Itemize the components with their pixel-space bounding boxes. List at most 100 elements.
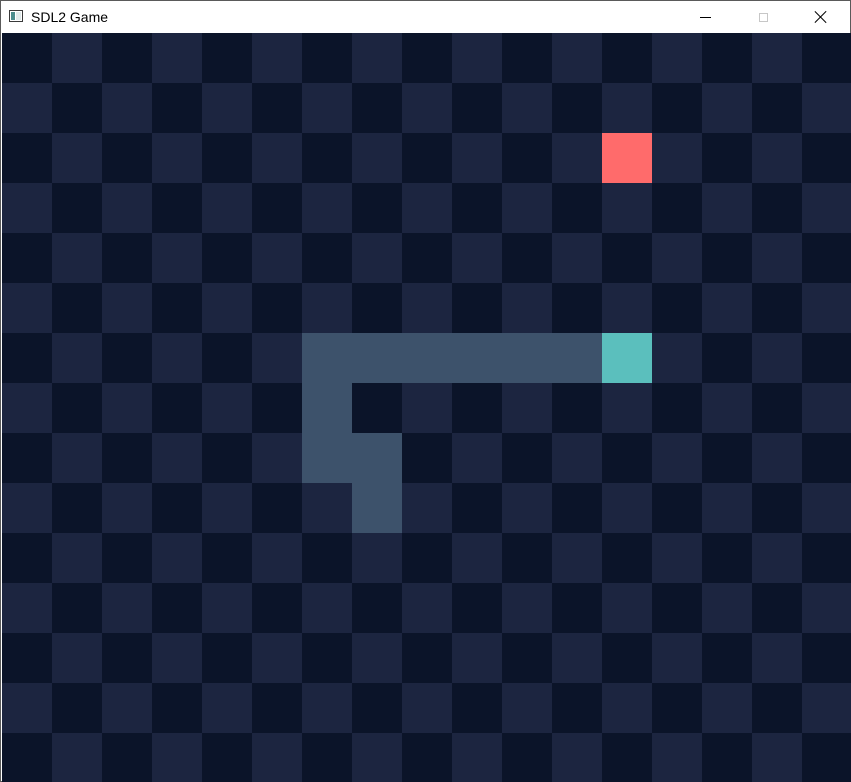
- snake-segment: [302, 383, 352, 433]
- board-tile: [502, 183, 552, 233]
- snake-segment: [302, 333, 352, 383]
- board-tile: [102, 383, 152, 433]
- board-tile: [702, 333, 752, 383]
- board-tile: [152, 283, 202, 333]
- board-tile: [252, 683, 302, 733]
- board-tile: [402, 233, 452, 283]
- board-tile: [752, 183, 802, 233]
- board-tile: [652, 83, 702, 133]
- board-tile: [102, 183, 152, 233]
- board-tile: [502, 83, 552, 133]
- board-tile: [802, 83, 851, 133]
- board-tile: [202, 283, 252, 333]
- board-tile: [552, 433, 602, 483]
- board-tile: [152, 33, 202, 83]
- board-tile: [352, 283, 402, 333]
- board-tile: [2, 433, 52, 483]
- board-tile: [202, 233, 252, 283]
- board-tile: [302, 183, 352, 233]
- board-tile: [652, 633, 702, 683]
- board-tile: [452, 433, 502, 483]
- board-tile: [652, 533, 702, 583]
- board-tile: [552, 233, 602, 283]
- board-tile: [52, 583, 102, 633]
- board-tile: [252, 733, 302, 782]
- board-tile: [502, 633, 552, 683]
- board-tile: [502, 383, 552, 433]
- board-tile: [652, 183, 702, 233]
- snake-segment: [552, 333, 602, 383]
- board-tile: [502, 483, 552, 533]
- board-tile: [752, 633, 802, 683]
- board-tile: [602, 233, 652, 283]
- board-tile: [152, 83, 202, 133]
- board-tile: [352, 133, 402, 183]
- board-tile: [202, 333, 252, 383]
- board-tile: [552, 83, 602, 133]
- board-tile: [752, 433, 802, 483]
- board-tile: [302, 233, 352, 283]
- board-tile: [252, 433, 302, 483]
- board-tile: [102, 33, 152, 83]
- board-tile: [52, 383, 102, 433]
- board-tile: [602, 33, 652, 83]
- board-tile: [702, 283, 752, 333]
- board-tile: [602, 483, 652, 533]
- game-window: SDL2 Game: [0, 0, 851, 782]
- board-tile: [2, 483, 52, 533]
- board-tile: [302, 133, 352, 183]
- game-canvas[interactable]: [2, 33, 851, 782]
- maximize-button[interactable]: [734, 1, 792, 33]
- board-tile: [602, 633, 652, 683]
- board-tile: [702, 233, 752, 283]
- board-tile: [652, 283, 702, 333]
- board-tile: [752, 233, 802, 283]
- minimize-button[interactable]: [676, 1, 734, 33]
- board-tile: [652, 583, 702, 633]
- board-tile: [402, 433, 452, 483]
- board-tile: [352, 233, 402, 283]
- board-tile: [602, 733, 652, 782]
- board-tile: [152, 633, 202, 683]
- board-tile: [702, 33, 752, 83]
- board-tile: [702, 133, 752, 183]
- board-tile: [702, 433, 752, 483]
- board-tile: [802, 433, 851, 483]
- board-tile: [452, 33, 502, 83]
- board-tile: [702, 533, 752, 583]
- snake-segment: [452, 333, 502, 383]
- minimize-icon: [699, 16, 711, 18]
- board-tile: [302, 733, 352, 782]
- board-tile: [52, 233, 102, 283]
- board-tile: [652, 33, 702, 83]
- close-button[interactable]: [792, 1, 850, 33]
- board-tile: [102, 233, 152, 283]
- board-tile: [202, 633, 252, 683]
- board-tile: [152, 183, 202, 233]
- board-tile: [102, 683, 152, 733]
- board-tile: [152, 433, 202, 483]
- window-title: SDL2 Game: [31, 9, 109, 25]
- board-tile: [302, 33, 352, 83]
- board-tile: [652, 683, 702, 733]
- board-tile: [102, 133, 152, 183]
- board-tile: [652, 733, 702, 782]
- title-bar[interactable]: SDL2 Game: [1, 1, 850, 33]
- board-tile: [252, 333, 302, 383]
- board-tile: [202, 483, 252, 533]
- board-tile: [652, 233, 702, 283]
- board-tile: [802, 483, 851, 533]
- board-tile: [452, 133, 502, 183]
- board-tile: [102, 733, 152, 782]
- board-tile: [702, 583, 752, 633]
- snake-segment: [352, 483, 402, 533]
- board-tile: [552, 683, 602, 733]
- board-tile: [252, 133, 302, 183]
- board-tile: [402, 33, 452, 83]
- board-tile: [302, 683, 352, 733]
- board-tile: [702, 733, 752, 782]
- board-tile: [152, 233, 202, 283]
- board-tile: [452, 483, 502, 533]
- board-tile: [752, 133, 802, 183]
- board-tile: [202, 683, 252, 733]
